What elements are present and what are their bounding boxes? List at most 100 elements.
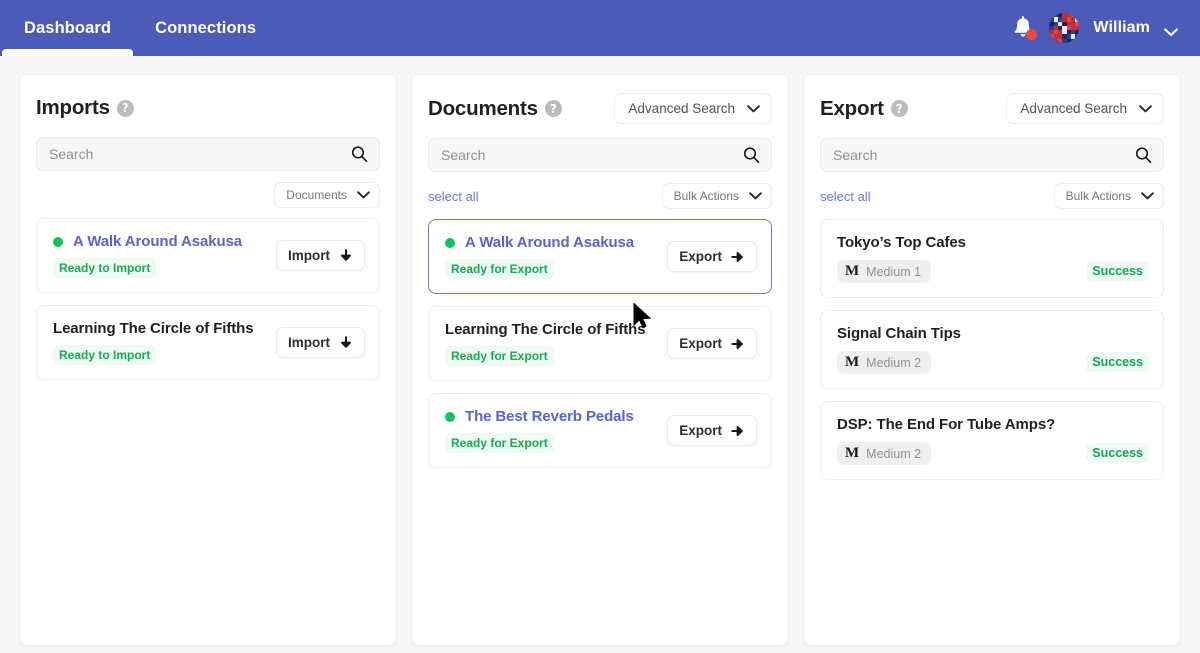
avatar-mosaic-icon xyxy=(1049,13,1080,43)
action-button-label: Export xyxy=(679,336,722,351)
export-button[interactable]: Export xyxy=(667,415,757,446)
export-button[interactable]: Export xyxy=(667,328,757,359)
status-badge: Ready for Export xyxy=(445,346,554,366)
panel-header: Export? Advanced Search xyxy=(820,93,1164,124)
action-button-label: Import xyxy=(288,335,330,350)
advanced-search-label: Advanced Search xyxy=(628,101,735,116)
card-item[interactable]: Learning The Circle of Fifths Ready to Im… xyxy=(36,305,380,380)
source-badge: M Medium 2 xyxy=(837,442,932,465)
dashboard-board: Imports? Documents A Walk Around Asakusa Re… xyxy=(0,56,1200,646)
help-icon[interactable]: ? xyxy=(544,100,562,117)
notification-badge-dot xyxy=(1026,29,1038,40)
advanced-search-dropdown[interactable]: Advanced Search xyxy=(1006,93,1164,124)
source-label: Medium 2 xyxy=(866,355,922,370)
advanced-search-label: Advanced Search xyxy=(1020,101,1127,116)
nav-tab-label: Dashboard xyxy=(24,18,112,37)
notifications-bell-button[interactable] xyxy=(1011,15,1038,41)
panel-header: Imports? xyxy=(36,93,380,123)
status-dot-icon xyxy=(445,237,455,248)
card-item[interactable]: A Walk Around Asakusa Ready to Import Impo… xyxy=(36,218,380,293)
nav-tab-dashboard[interactable]: Dashboard xyxy=(2,0,134,56)
search-box xyxy=(36,137,380,171)
medium-logo-icon: M xyxy=(845,354,860,370)
nav-user-area: William xyxy=(1011,13,1178,43)
card-title: A Walk Around Asakusa xyxy=(465,234,635,251)
card-item[interactable]: Learning The Circle of Fifths Ready for E… xyxy=(428,306,772,381)
card-title-row: Signal Chain Tips xyxy=(837,325,1086,342)
search-box xyxy=(428,138,772,172)
card-title: Learning The Circle of Fifths xyxy=(53,320,254,337)
search-input[interactable] xyxy=(49,146,367,162)
help-icon[interactable]: ? xyxy=(116,99,134,117)
chevron-down-icon xyxy=(357,191,370,199)
dropdown-label: Bulk Actions xyxy=(1065,189,1131,203)
card-item[interactable]: DSP: The End For Tube Amps? M Medium 2 Succ… xyxy=(820,401,1164,480)
select-all-link[interactable]: select all xyxy=(820,189,871,204)
source-label: Medium 2 xyxy=(866,446,922,461)
search-icon[interactable] xyxy=(1135,147,1152,164)
card-title-row: DSP: The End For Tube Amps? xyxy=(837,416,1086,433)
card-title: DSP: The End For Tube Amps? xyxy=(837,416,1056,433)
panel-title: Documents xyxy=(428,96,538,120)
card-title-row: Learning The Circle of Fifths xyxy=(53,320,276,337)
search-box xyxy=(820,138,1164,172)
nav-tabs: Dashboard Connections xyxy=(0,0,278,56)
right-arrow-icon xyxy=(731,251,743,262)
avatar[interactable] xyxy=(1049,13,1080,43)
card-body: DSP: The End For Tube Amps? M Medium 2 xyxy=(837,416,1086,465)
user-name-label[interactable]: William xyxy=(1093,19,1150,37)
top-navbar: Dashboard Connections William xyxy=(0,0,1200,56)
chevron-down-icon xyxy=(1139,104,1152,112)
documents-filter-dropdown[interactable]: Documents xyxy=(274,182,380,208)
panel-subrow: select all Bulk Actions xyxy=(820,181,1164,211)
avatar-pixel xyxy=(1075,34,1080,39)
avatar-pixel xyxy=(1075,13,1080,18)
export-button[interactable]: Export xyxy=(667,241,757,272)
right-arrow-icon xyxy=(731,425,743,436)
card-title: A Walk Around Asakusa xyxy=(73,233,243,250)
card-item[interactable]: Signal Chain Tips M Medium 2 Success xyxy=(820,310,1164,389)
status-dot-icon xyxy=(445,411,455,422)
result-status-label: Success xyxy=(1086,443,1149,463)
chevron-down-icon[interactable] xyxy=(1164,24,1178,36)
right-arrow-icon xyxy=(731,338,743,349)
card-item[interactable]: Tokyo’s Top Cafes M Medium 1 Success xyxy=(820,219,1164,298)
source-label: Medium 1 xyxy=(866,264,922,279)
search-icon[interactable] xyxy=(743,147,760,164)
card-item[interactable]: The Best Reverb Pedals Ready for Export Ex… xyxy=(428,393,772,468)
import-button[interactable]: Import xyxy=(276,327,365,358)
select-all-link[interactable]: select all xyxy=(428,189,479,204)
chevron-down-icon xyxy=(1141,192,1154,200)
action-button-label: Export xyxy=(679,423,722,438)
nav-tab-connections[interactable]: Connections xyxy=(133,0,278,56)
source-badge: M Medium 2 xyxy=(837,351,932,374)
bulk-actions-dropdown[interactable]: Bulk Actions xyxy=(1053,183,1164,209)
panel-header: Documents? Advanced Search xyxy=(428,93,772,124)
status-dot-icon xyxy=(53,236,63,247)
avatar-pixel xyxy=(1070,38,1076,43)
help-icon[interactable]: ? xyxy=(890,100,908,117)
download-arrow-icon xyxy=(341,335,351,348)
search-input[interactable] xyxy=(441,147,759,163)
card-title-row: The Best Reverb Pedals xyxy=(445,408,667,425)
search-icon[interactable] xyxy=(351,146,368,163)
card-body: Learning The Circle of Fifths Ready for E… xyxy=(445,321,667,366)
action-button-label: Import xyxy=(288,248,330,263)
download-arrow-icon xyxy=(341,248,351,261)
import-button[interactable]: Import xyxy=(276,240,365,271)
chevron-down-icon xyxy=(747,104,760,112)
panel-documents: Documents? Advanced Search select all Bulk … xyxy=(411,74,789,646)
card-item[interactable]: A Walk Around Asakusa Ready for Export Exp… xyxy=(428,219,772,294)
medium-logo-icon: M xyxy=(845,445,860,461)
bulk-actions-dropdown[interactable]: Bulk Actions xyxy=(661,183,772,209)
card-body: Signal Chain Tips M Medium 2 xyxy=(837,325,1086,374)
panel-export: Export? Advanced Search select all Bulk Act… xyxy=(803,74,1181,646)
source-badge: M Medium 1 xyxy=(837,260,932,283)
nav-tab-label: Connections xyxy=(155,18,257,37)
panel-title: Imports xyxy=(36,96,110,119)
advanced-search-dropdown[interactable]: Advanced Search xyxy=(614,93,772,124)
search-input[interactable] xyxy=(833,147,1151,163)
status-badge: Ready for Export xyxy=(445,259,554,279)
card-list: A Walk Around Asakusa Ready for Export Exp… xyxy=(428,219,772,468)
card-title-row: A Walk Around Asakusa xyxy=(445,234,667,251)
